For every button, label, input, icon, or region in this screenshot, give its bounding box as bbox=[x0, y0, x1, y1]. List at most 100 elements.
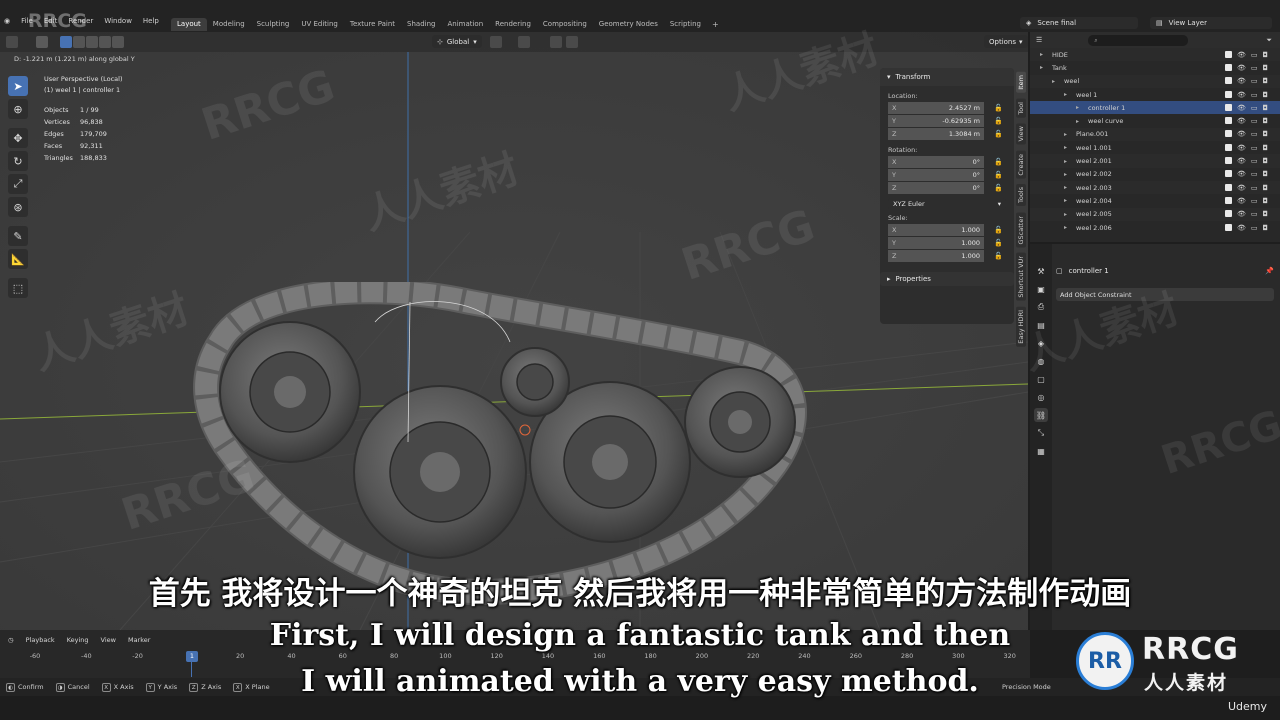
visibility-eye-icon[interactable]: 👁 bbox=[1237, 197, 1246, 205]
visibility-eye-icon[interactable]: 👁 bbox=[1237, 170, 1246, 178]
scale-x-field[interactable]: X 1.000 bbox=[888, 224, 984, 236]
expand-icon[interactable]: ▸ bbox=[1040, 64, 1043, 71]
visibility-eye-icon[interactable]: 👁 bbox=[1237, 104, 1246, 112]
select-mode-new-icon[interactable] bbox=[60, 36, 72, 48]
render-icon[interactable]: ▣ bbox=[1034, 282, 1048, 296]
select-mode-invert-icon[interactable] bbox=[99, 36, 111, 48]
expand-icon[interactable]: ▸ bbox=[1040, 51, 1043, 58]
viewport-disable-icon[interactable]: ▭ bbox=[1251, 117, 1258, 125]
outliner-row[interactable]: ▸ Tank 👁 ▭ ◘ bbox=[1030, 61, 1280, 74]
lock-icon[interactable]: 🔓 bbox=[994, 252, 1003, 261]
scene-icon[interactable]: ◈ bbox=[1034, 336, 1048, 350]
expand-icon[interactable]: ▸ bbox=[1064, 158, 1067, 165]
tab-create[interactable]: Create bbox=[1016, 150, 1026, 179]
tab-geometry-nodes[interactable]: Geometry Nodes bbox=[593, 18, 664, 31]
render-disable-icon[interactable]: ◘ bbox=[1263, 130, 1269, 138]
render-disable-icon[interactable]: ◘ bbox=[1263, 184, 1269, 192]
scene-selector[interactable]: ◈ Scene final bbox=[1020, 17, 1138, 29]
viewport-disable-icon[interactable]: ▭ bbox=[1251, 104, 1258, 112]
expand-icon[interactable]: ▸ bbox=[1064, 184, 1067, 191]
tab-rendering[interactable]: Rendering bbox=[489, 18, 537, 31]
transform-tool-icon[interactable]: ⊛ bbox=[8, 197, 28, 217]
visibility-eye-icon[interactable]: 👁 bbox=[1237, 91, 1246, 99]
tab-shading[interactable]: Shading bbox=[401, 18, 441, 31]
render-disable-icon[interactable]: ◘ bbox=[1263, 104, 1269, 112]
render-disable-icon[interactable]: ◘ bbox=[1263, 64, 1269, 72]
outliner-row[interactable]: ▸ weel 1.001 👁 ▭ ◘ bbox=[1030, 141, 1280, 154]
viewport-disable-icon[interactable]: ▭ bbox=[1251, 144, 1258, 152]
viewport-disable-icon[interactable]: ▭ bbox=[1251, 77, 1258, 85]
tab-layout[interactable]: Layout bbox=[171, 18, 207, 31]
view-layer-selector[interactable]: ▤ View Layer bbox=[1150, 17, 1272, 29]
render-disable-icon[interactable]: ◘ bbox=[1263, 210, 1269, 218]
render-disable-icon[interactable]: ◘ bbox=[1263, 197, 1269, 205]
outliner-row[interactable]: ▸ weel 2.001 👁 ▭ ◘ bbox=[1030, 154, 1280, 168]
constraints-icon[interactable]: ⛓ bbox=[1034, 408, 1048, 422]
scale-tool-icon[interactable]: ⤢ bbox=[8, 174, 28, 194]
render-disable-icon[interactable]: ◘ bbox=[1263, 91, 1269, 99]
lock-icon[interactable]: 🔓 bbox=[994, 104, 1003, 113]
exclude-checkbox[interactable] bbox=[1225, 90, 1232, 98]
viewport-disable-icon[interactable]: ▭ bbox=[1251, 210, 1258, 218]
transform-header[interactable]: ▾ Transform bbox=[880, 68, 1014, 86]
visibility-eye-icon[interactable]: 👁 bbox=[1237, 144, 1246, 152]
exclude-checkbox[interactable] bbox=[1225, 63, 1232, 71]
expand-icon[interactable]: ▸ bbox=[1076, 104, 1079, 111]
add-workspace-icon[interactable]: + bbox=[707, 18, 724, 31]
tab-view[interactable]: View bbox=[1016, 123, 1026, 145]
lock-icon[interactable]: 🔓 bbox=[994, 171, 1003, 180]
tab-easy-hdri[interactable]: Easy HDRI bbox=[1016, 306, 1026, 347]
location-y-field[interactable]: Y -0.62935 m bbox=[888, 115, 984, 127]
render-disable-icon[interactable]: ◘ bbox=[1263, 77, 1269, 85]
tab-uv-editing[interactable]: UV Editing bbox=[295, 18, 344, 31]
menu-help[interactable]: Help bbox=[143, 17, 159, 25]
viewport-disable-icon[interactable]: ▭ bbox=[1251, 184, 1258, 192]
lock-icon[interactable]: 🔓 bbox=[994, 239, 1003, 248]
select-mode-intersect-icon[interactable] bbox=[112, 36, 124, 48]
menu-window[interactable]: Window bbox=[104, 17, 132, 25]
visibility-eye-icon[interactable]: 👁 bbox=[1237, 184, 1246, 192]
scale-z-field[interactable]: Z 1.000 bbox=[888, 250, 984, 262]
visibility-eye-icon[interactable]: 👁 bbox=[1237, 157, 1246, 165]
exclude-checkbox[interactable] bbox=[1225, 210, 1232, 218]
cursor-tool-icon[interactable]: ⊕ bbox=[8, 99, 28, 119]
viewport-disable-icon[interactable]: ▭ bbox=[1251, 197, 1258, 205]
rotation-z-field[interactable]: Z 0° bbox=[888, 182, 984, 194]
location-x-field[interactable]: X 2.4527 m bbox=[888, 102, 984, 114]
lock-icon[interactable]: 🔓 bbox=[994, 158, 1003, 167]
expand-icon[interactable]: ▸ bbox=[1052, 78, 1055, 85]
viewport-disable-icon[interactable]: ▭ bbox=[1251, 224, 1258, 232]
outliner-row[interactable]: ▸ Plane.001 👁 ▭ ◘ bbox=[1030, 127, 1280, 142]
lock-icon[interactable]: 🔓 bbox=[994, 130, 1003, 139]
expand-icon[interactable]: ▸ bbox=[1064, 91, 1067, 98]
physics-icon[interactable]: ◎ bbox=[1034, 390, 1048, 404]
exclude-checkbox[interactable] bbox=[1225, 196, 1232, 204]
rotate-tool-icon[interactable]: ↻ bbox=[8, 151, 28, 171]
visibility-eye-icon[interactable]: 👁 bbox=[1237, 51, 1246, 59]
expand-icon[interactable]: ▸ bbox=[1064, 144, 1067, 151]
tab-tool[interactable]: Tool bbox=[1016, 98, 1026, 118]
outliner-row[interactable]: ▸ HIDE 👁 ▭ ◘ bbox=[1030, 48, 1280, 62]
render-disable-icon[interactable]: ◘ bbox=[1263, 157, 1269, 165]
select-mode-extend-icon[interactable] bbox=[73, 36, 85, 48]
add-object-constraint-dropdown[interactable]: Add Object Constraint bbox=[1056, 288, 1274, 301]
viewport-disable-icon[interactable]: ▭ bbox=[1251, 130, 1258, 138]
falloff-icon[interactable] bbox=[566, 36, 578, 48]
select-tool-icon[interactable]: ➤ bbox=[8, 76, 28, 96]
lock-icon[interactable]: 🔓 bbox=[994, 226, 1003, 235]
options-dropdown[interactable]: Options ▾ bbox=[984, 35, 1028, 48]
measure-tool-icon[interactable]: 📐 bbox=[8, 249, 28, 269]
outliner-row[interactable]: ▸ controller 1 👁 ▭ ◘ bbox=[1030, 101, 1280, 115]
tab-scripting[interactable]: Scripting bbox=[664, 18, 707, 31]
exclude-checkbox[interactable] bbox=[1225, 77, 1232, 85]
filter-icon[interactable]: ⏷ bbox=[1266, 36, 1272, 45]
3d-viewport[interactable]: ⊹ Global ▾ Options ▾ D: -1.221 m (1.221 … bbox=[0, 32, 1028, 630]
display-mode-icon[interactable]: ☰ bbox=[1036, 36, 1042, 44]
exclude-checkbox[interactable] bbox=[1225, 50, 1232, 58]
lock-icon[interactable]: 🔓 bbox=[994, 184, 1003, 193]
viewport-disable-icon[interactable]: ▭ bbox=[1251, 51, 1258, 59]
rotation-mode-dropdown[interactable]: XYZ Euler ▾ bbox=[888, 198, 1006, 210]
visibility-eye-icon[interactable]: 👁 bbox=[1237, 77, 1246, 85]
pin-icon[interactable]: 📌 bbox=[1265, 267, 1274, 275]
scale-y-field[interactable]: Y 1.000 bbox=[888, 237, 984, 249]
